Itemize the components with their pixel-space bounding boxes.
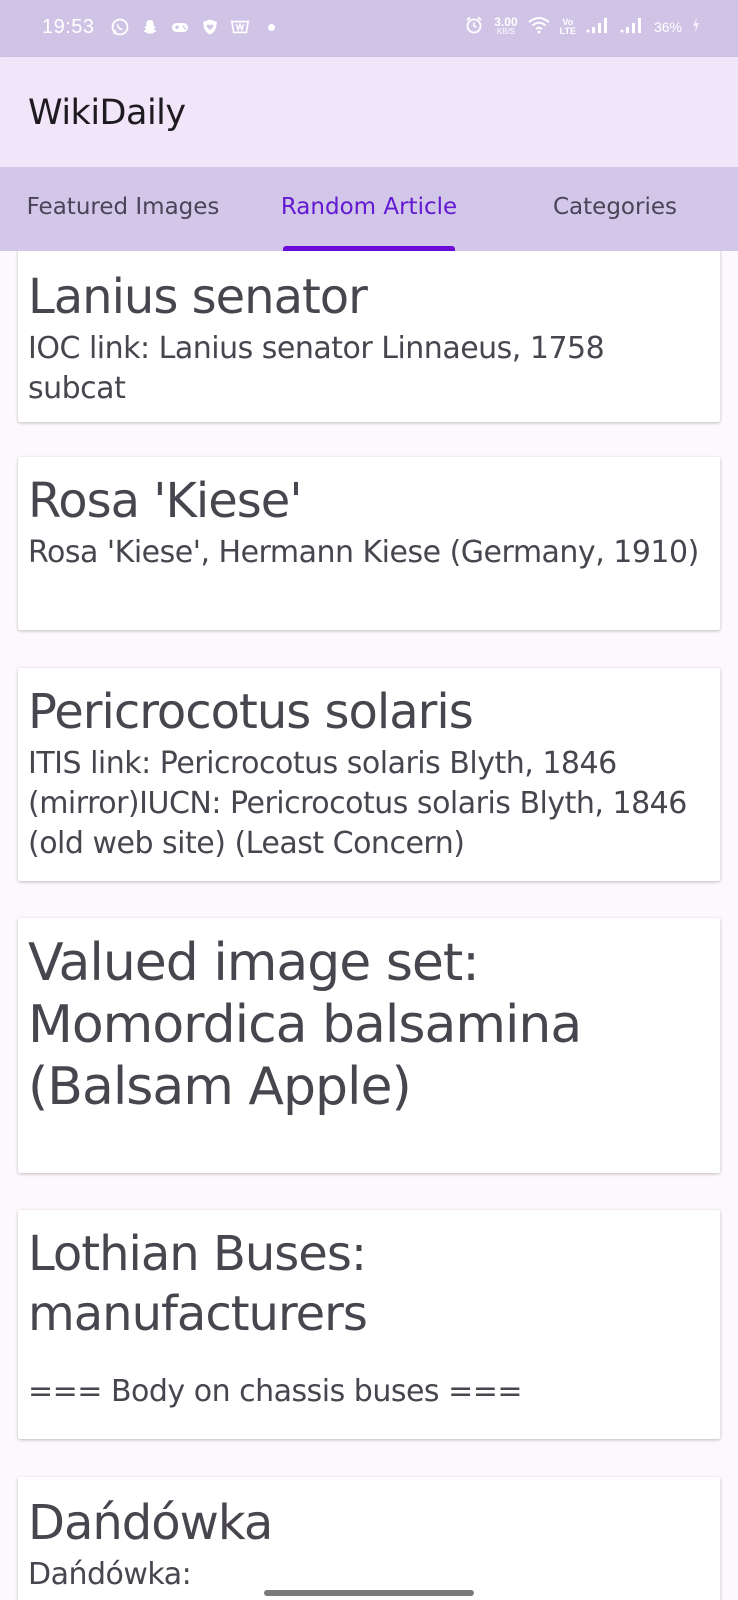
network-speed: 3.00 KB/S [494,14,518,37]
article-title: Lothian Buses: manufacturers [28,1226,368,1342]
system-status-icons: 3.00 KB/S Vo LTE 36% [464,15,700,38]
signal-icon-2 [620,17,644,36]
network-speed-value: 3.00 [494,14,518,29]
app-bar: WikiDaily [0,57,738,167]
wifi-icon [528,16,550,37]
network-speed-unit: KB/S [496,26,516,36]
signal-icon [586,17,610,36]
whatsapp-icon [110,17,130,37]
article-card[interactable]: Lothian Buses: manufacturers === Body on… [18,1210,720,1439]
tab-featured-images[interactable]: Featured Images [0,167,246,251]
article-description: ITIS link: Pericrocotus solaris Blyth, 1… [28,746,687,861]
payment-app-icon [230,17,250,37]
gesture-navigation-bar[interactable] [264,1590,474,1596]
article-title: Rosa 'Kiese' [28,473,303,529]
more-notifications-dot [268,23,275,31]
tab-bar: Featured Images Random Article Categorie… [0,167,738,251]
tab-label: Featured Images [26,194,220,220]
article-card[interactable]: Lanius senator IOC link: Lanius senator … [18,251,720,422]
article-description: Dańdówka: [28,1557,192,1592]
tab-categories[interactable]: Categories [492,167,738,251]
volte-bottom: LTE [559,25,576,36]
alarm-icon [464,15,484,38]
battery-charging-icon [692,17,700,36]
volte-indicator: Vo LTE [559,17,576,36]
notification-icons [110,17,275,37]
tab-label: Random Article [280,194,458,220]
article-description: Rosa 'Kiese', Hermann Kiese (Germany, 19… [28,535,699,570]
game-controller-icon [170,17,190,37]
article-title: Pericrocotus solaris [28,684,474,740]
article-title: Valued image set: Momordica balsamina (B… [28,933,582,1117]
article-title: Dańdówka [28,1495,273,1551]
article-card[interactable]: Rosa 'Kiese' Rosa 'Kiese', Hermann Kiese… [18,457,720,630]
status-time: 19:53 [42,16,95,38]
app-title: WikiDaily [28,93,186,133]
article-title: Lanius senator [28,269,368,325]
article-list[interactable]: Lanius senator IOC link: Lanius senator … [0,251,738,1600]
article-card[interactable]: Dańdówka Dańdówka: [18,1477,720,1600]
article-description: === Body on chassis buses === [28,1374,523,1409]
tab-random-article[interactable]: Random Article [246,167,492,251]
article-card[interactable]: Pericrocotus solaris ITIS link: Pericroc… [18,668,720,881]
tab-label: Categories [553,194,677,220]
snapchat-icon [140,17,160,37]
active-tab-indicator [283,246,455,251]
battery-percentage: 36% [653,18,682,35]
article-description: IOC link: Lanius senator Linnaeus, 1758 … [28,331,605,406]
status-bar: 19:53 3.00 KB/S Vo LTE 36% [0,0,738,57]
article-card[interactable]: Valued image set: Momordica balsamina (B… [18,918,720,1173]
shield-heart-icon [200,17,220,37]
